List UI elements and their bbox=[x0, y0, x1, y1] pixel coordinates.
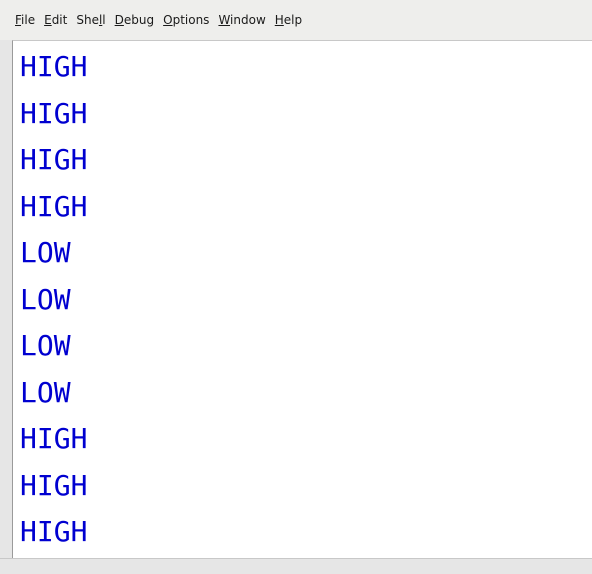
menu-shell-label-post: l bbox=[102, 13, 106, 27]
menu-help-mnemonic: H bbox=[274, 13, 284, 27]
menu-debug-mnemonic: D bbox=[114, 13, 124, 27]
output-line: HIGH bbox=[20, 515, 88, 548]
status-bar bbox=[0, 558, 592, 574]
menu-help-label-post: elp bbox=[283, 13, 303, 27]
output-line: HIGH bbox=[20, 189, 88, 223]
menu-file[interactable]: File bbox=[15, 13, 35, 27]
menu-edit-label-post: dit bbox=[51, 13, 68, 27]
menu-options[interactable]: Options bbox=[163, 13, 209, 27]
menu-shell[interactable]: Shell bbox=[76, 13, 105, 27]
menu-window[interactable]: Window bbox=[218, 13, 265, 27]
output-line: LOW bbox=[20, 329, 71, 362]
idle-shell-window: File Edit Shell Debug Options Window Hel… bbox=[0, 0, 592, 574]
menu-options-label-post: ptions bbox=[172, 13, 210, 27]
output-line: HIGH bbox=[20, 468, 88, 502]
menu-window-label-post: indow bbox=[230, 13, 266, 27]
menubar: File Edit Shell Debug Options Window Hel… bbox=[0, 0, 592, 40]
output-line: HIGH bbox=[20, 96, 88, 130]
menu-shell-label-pre: She bbox=[76, 13, 99, 27]
output-line: LOW bbox=[20, 282, 71, 316]
output-line: HIGH bbox=[20, 422, 88, 455]
shell-output-area[interactable]: HIGH HIGH HIGH HIGH LOW LOW LOW LOW HIGH… bbox=[12, 40, 592, 558]
menu-debug[interactable]: Debug bbox=[115, 13, 154, 27]
output-line: HIGH bbox=[20, 143, 88, 176]
output-line: LOW bbox=[20, 236, 71, 269]
menu-help[interactable]: Help bbox=[275, 13, 302, 27]
output-line: HIGH bbox=[20, 50, 88, 83]
menu-file-label-post: ile bbox=[21, 13, 36, 27]
menu-window-mnemonic: W bbox=[218, 13, 231, 27]
output-line: LOW bbox=[20, 375, 71, 409]
menu-edit[interactable]: Edit bbox=[44, 13, 67, 27]
menu-edit-mnemonic: E bbox=[44, 13, 52, 27]
menu-options-mnemonic: O bbox=[163, 13, 173, 27]
menu-debug-label-post: ebug bbox=[123, 13, 155, 27]
